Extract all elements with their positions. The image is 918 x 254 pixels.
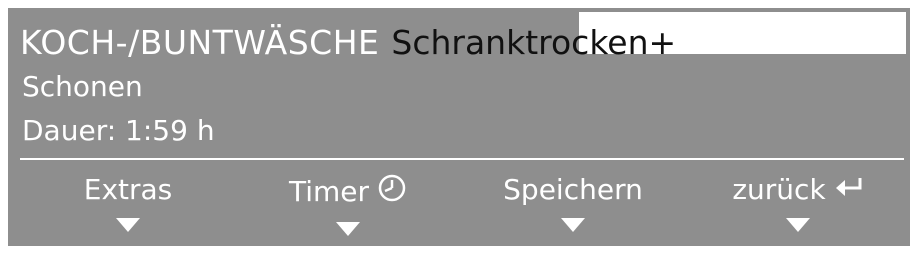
softkey-label: Timer xyxy=(289,173,407,210)
down-arrow-icon xyxy=(116,218,140,232)
duration-text: Dauer: 1:59 h xyxy=(22,114,215,147)
clock-icon xyxy=(377,173,407,210)
down-arrow-icon xyxy=(561,218,585,232)
softkey-timer[interactable]: Timer xyxy=(253,173,443,236)
back-arrow-icon xyxy=(834,173,864,206)
option-text: Schonen xyxy=(22,70,143,103)
softkey-label: Speichern xyxy=(503,173,643,206)
softkey-label: Extras xyxy=(83,173,173,206)
softkey-extras[interactable]: Extras xyxy=(33,173,223,232)
display-screen: KOCH-/BUNTWÄSCHE Schranktrocken+ Schonen… xyxy=(8,8,910,246)
softkey-zurueck[interactable]: zurück xyxy=(703,173,893,232)
softkey-speichern[interactable]: Speichern xyxy=(478,173,668,232)
dry-level-selection[interactable]: Schranktrocken+ xyxy=(391,23,676,62)
softkey-label: zurück xyxy=(732,173,863,206)
down-arrow-icon xyxy=(786,218,810,232)
down-arrow-icon xyxy=(336,222,360,236)
program-name: KOCH-/BUNTWÄSCHE xyxy=(20,22,380,62)
divider xyxy=(20,158,904,160)
